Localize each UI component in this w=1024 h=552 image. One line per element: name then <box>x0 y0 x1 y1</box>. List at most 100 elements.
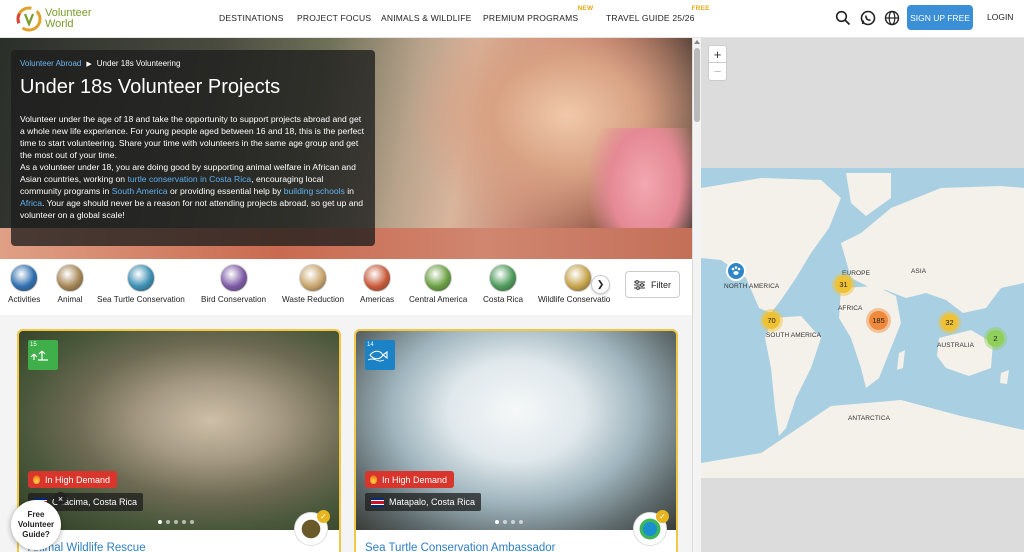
nav-label: ANIMALS & WILDLIFE <box>381 13 472 23</box>
dot-icon[interactable] <box>158 520 162 524</box>
building-schools-link[interactable]: building schools <box>284 186 345 196</box>
search-icon[interactable] <box>835 10 851 26</box>
paw-marker[interactable] <box>726 261 746 281</box>
dot-icon[interactable] <box>503 520 507 524</box>
signup-button[interactable]: SIGN UP FREE <box>907 5 973 30</box>
text: in <box>344 186 354 196</box>
dot-icon[interactable] <box>511 520 515 524</box>
demand-label: In High Demand <box>45 474 111 485</box>
map-cluster-marker[interactable]: 185 <box>866 308 891 333</box>
sdg-badge: 15 <box>28 340 58 370</box>
map-cluster-marker[interactable]: 32 <box>938 311 961 334</box>
category-next-button[interactable]: ❯ <box>591 275 610 294</box>
map-label-antarctica: ANTARCTICA <box>848 415 891 422</box>
breadcrumb-current: Under 18s Volunteering <box>96 59 181 68</box>
africa-link[interactable]: Africa <box>20 198 42 208</box>
category-label: Activities <box>8 295 41 304</box>
page-scrollbar[interactable] <box>692 38 701 552</box>
filter-label: Filter <box>651 279 671 290</box>
category-waste-reduction[interactable]: Waste Reduction <box>282 264 344 304</box>
zoom-out-button[interactable]: − <box>709 63 726 80</box>
project-map[interactable]: + − NORTH AMERICA EUROPE ASIA AFRICA SOU… <box>701 38 1024 552</box>
whatsapp-icon[interactable] <box>860 10 876 26</box>
category-animal[interactable]: Animal <box>56 264 84 304</box>
project-card[interactable]: 15 In High Demand Guácima, Costa Rica ✓ … <box>17 329 341 552</box>
hero-paragraph-2: As a volunteer under 18, you are doing g… <box>20 161 366 221</box>
map-zoom-control: + − <box>708 45 727 81</box>
scroll-thumb[interactable] <box>694 48 700 122</box>
category-label: Wildlife Conservation <box>538 295 610 304</box>
tree-icon <box>30 350 48 361</box>
nav-label: DESTINATIONS <box>219 13 284 23</box>
category-americas[interactable]: Americas <box>360 264 394 304</box>
category-costa-rica[interactable]: Costa Rica <box>483 264 523 304</box>
dot-icon[interactable] <box>166 520 170 524</box>
volunteer-world-logo[interactable]: Volunteer World <box>16 4 96 34</box>
category-image <box>363 264 392 292</box>
nav-travel-guide[interactable]: TRAVEL GUIDE 25/26 FREE <box>606 5 709 23</box>
map-cluster-marker[interactable]: 2 <box>984 327 1007 350</box>
category-image <box>424 264 453 292</box>
page-title: Under 18s Volunteer Projects <box>20 76 281 98</box>
category-image <box>489 264 518 292</box>
map-label-north-america: NORTH AMERICA <box>724 283 780 290</box>
login-link[interactable]: LOGIN <box>987 12 1013 22</box>
category-image <box>564 264 592 292</box>
nav-label: PREMIUM PROGRAMS <box>483 13 579 23</box>
filter-button[interactable]: Filter <box>625 271 680 298</box>
fish-icon <box>367 350 388 362</box>
dot-icon[interactable] <box>182 520 186 524</box>
verified-check-icon: ✓ <box>317 510 330 523</box>
guide-line: Guide? <box>22 530 50 539</box>
cluster-count: 185 <box>869 311 888 330</box>
dot-icon[interactable] <box>495 520 499 524</box>
south-america-link[interactable]: South America <box>112 186 168 196</box>
breadcrumb-separator-icon: ▶ <box>86 60 92 68</box>
nav-premium-programs[interactable]: PREMIUM PROGRAMS NEW <box>483 5 593 23</box>
dot-icon[interactable] <box>190 520 194 524</box>
category-strip: Activities Animal Sea Turtle Conservatio… <box>0 259 692 315</box>
demand-label: In High Demand <box>382 474 448 485</box>
top-header: Volunteer World DESTINATIONS PROJECT FOC… <box>0 0 1024 38</box>
close-icon[interactable]: × <box>54 492 67 505</box>
project-title[interactable]: Sea Turtle Conservation Ambassador <box>365 542 556 552</box>
category-sea-turtle[interactable]: Sea Turtle Conservation <box>97 264 185 304</box>
free-badge: FREE <box>691 5 710 12</box>
organization-logo[interactable]: ✓ <box>633 510 669 546</box>
nav-project-focus[interactable]: PROJECT FOCUS <box>297 13 371 23</box>
nav-label: PROJECT FOCUS <box>297 13 372 23</box>
breadcrumb-parent[interactable]: Volunteer Abroad <box>20 59 81 68</box>
carousel-dots[interactable] <box>495 520 527 524</box>
free-guide-popup[interactable]: Free Volunteer Guide? <box>11 500 61 550</box>
nav-animals-wildlife[interactable]: ANIMALS & WILDLIFE <box>381 13 472 23</box>
organization-logo[interactable]: ✓ <box>294 510 330 546</box>
sliders-icon <box>634 279 645 290</box>
turtle-costa-rica-link[interactable]: turtle conservation in Costa Rica <box>127 174 251 184</box>
scroll-up-icon[interactable] <box>694 40 700 44</box>
category-image <box>10 264 39 292</box>
category-bird-conservation[interactable]: Bird Conservation <box>201 264 266 304</box>
project-card[interactable]: 14 In High Demand Matapalo, Costa Rica ✓… <box>354 329 678 552</box>
world-map[interactable] <box>701 38 1024 552</box>
map-label-australia: AUSTRALIA <box>937 342 975 349</box>
map-cluster-marker[interactable]: 31 <box>832 273 855 296</box>
guide-text: Free Volunteer Guide? <box>18 510 54 540</box>
nav-destinations[interactable]: DESTINATIONS <box>219 13 284 23</box>
zoom-in-button[interactable]: + <box>709 46 726 63</box>
cluster-count: 70 <box>763 312 780 329</box>
globe-icon[interactable] <box>884 10 900 26</box>
high-demand-badge: In High Demand <box>365 471 455 488</box>
guide-line: Free <box>27 510 45 519</box>
location-tag: Matapalo, Costa Rica <box>365 493 482 511</box>
cluster-count: 31 <box>835 276 852 293</box>
carousel-dots[interactable] <box>158 520 198 524</box>
category-activities[interactable]: Activities <box>8 264 40 304</box>
map-cluster-marker[interactable]: 70 <box>760 309 783 332</box>
category-image <box>219 264 248 292</box>
dot-icon[interactable] <box>174 520 178 524</box>
category-central-america[interactable]: Central America <box>409 264 467 304</box>
chevron-right-icon: ❯ <box>596 279 605 289</box>
category-label: Americas <box>360 295 395 304</box>
dot-icon[interactable] <box>519 520 523 524</box>
text: or providing essential help by <box>167 186 284 196</box>
